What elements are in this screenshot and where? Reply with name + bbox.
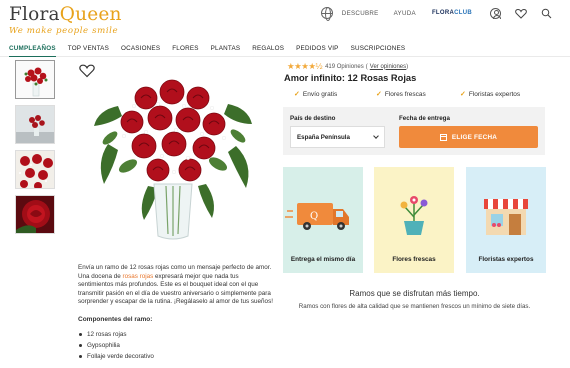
badge-label: Flores frescas: [384, 91, 426, 98]
logo-part-queen: Queen: [59, 4, 122, 25]
globe-icon[interactable]: [320, 7, 333, 21]
view-opinions-link[interactable]: Ver opiniones: [370, 64, 406, 70]
nav-item-cumpleanos[interactable]: CUMPLEAÑOS: [9, 41, 56, 57]
calendar-icon: [439, 133, 447, 141]
nav-item-pedidos-vip[interactable]: PEDIDOS VIP: [296, 41, 338, 57]
heart-icon[interactable]: [515, 8, 527, 19]
floraclub-part-club: CLUB: [454, 10, 472, 16]
badge-expert-florists: ✓ Floristas expertos: [460, 90, 520, 98]
freshness-subline: Ramos con flores de alta calidad que se …: [298, 303, 531, 310]
check-icon: ✓: [460, 91, 466, 98]
components-list: 12 rosas rojas Gypsophilia Follaje verde…: [78, 331, 273, 362]
nav-item-top-ventas[interactable]: TOP VENTAS: [68, 41, 109, 57]
help-link[interactable]: AYUDA: [394, 10, 416, 17]
badge-free-shipping: ✓ Envío gratis: [294, 90, 337, 98]
check-icon: ✓: [376, 91, 382, 98]
description-link-rosas-rojas[interactable]: rosas rojas: [122, 273, 153, 280]
product-rating: ★★★★½ 419 Opiniones (Ver opiniones): [287, 61, 408, 72]
svg-text:Q: Q: [310, 211, 318, 222]
floraclub-link[interactable]: FLORACLUB: [432, 10, 472, 16]
product-description: Envía un ramo de 12 rosas rojas como un …: [78, 264, 273, 364]
header: FloraQueen We make people smile DESCUBRE…: [0, 0, 570, 40]
nav-item-flores[interactable]: FLORES: [172, 41, 198, 57]
description-paragraph: Envía un ramo de 12 rosas rojas como un …: [78, 264, 273, 307]
nav-item-suscripciones[interactable]: SUSCRIPCIONES: [351, 41, 406, 57]
delivery-panel: País de destino Fecha de entrega España …: [283, 107, 545, 155]
opinions-close-paren: ): [406, 63, 409, 70]
flower-pot-icon: [400, 196, 428, 235]
list-item: 12 rosas rojas: [78, 331, 273, 340]
delivery-van-icon: Q: [285, 203, 349, 230]
feature-caption: Entrega el mismo día: [290, 256, 356, 263]
list-item: Follaje verde decorativo: [78, 353, 273, 362]
check-icon: ✓: [294, 91, 300, 98]
choose-date-button[interactable]: ELIGE FECHA: [399, 126, 538, 148]
feature-cards: Q Entrega el mismo día Flores frescas Fl…: [283, 167, 546, 273]
opinions-open-paren: (: [365, 63, 368, 70]
thumbnail-bouquet-vase[interactable]: [15, 60, 55, 99]
top-utility-bar: DESCUBRE AYUDA FLORACLUB: [320, 6, 552, 21]
feature-card-expert-florists: Floristas expertos: [466, 167, 546, 273]
main-nav: CUMPLEAÑOS TOP VENTAS OCASIONES FLORES P…: [0, 41, 570, 57]
destination-select[interactable]: España Península: [290, 126, 385, 148]
floraqueen-logo[interactable]: FloraQueen We make people smile: [9, 4, 122, 38]
freshness-headline: Ramos que se disfrutan más tiempo.: [349, 289, 480, 298]
components-title: Componentes del ramo:: [78, 315, 153, 323]
feature-card-same-day: Q Entrega el mismo día: [283, 167, 363, 273]
nav-item-regalos[interactable]: REGALOS: [252, 41, 284, 57]
choose-date-label: ELIGE FECHA: [451, 133, 498, 141]
chevron-down-icon: [373, 133, 379, 139]
account-icon[interactable]: [490, 7, 501, 19]
list-item: Gypsophilia: [78, 342, 273, 351]
floraclub-part-flora: FLORA: [431, 10, 455, 16]
product-badges: ✓ Envío gratis ✓ Flores frescas ✓ Floristas…: [294, 90, 554, 100]
nav-item-ocasiones[interactable]: OCASIONES: [121, 41, 160, 57]
thumbnail-gallery: [15, 60, 57, 240]
flower-shop-icon: [484, 199, 528, 235]
logo-wordmark: FloraQueen: [9, 4, 122, 25]
thumbnail-bouquet-table[interactable]: [15, 105, 55, 144]
thumbnail-rose-macro[interactable]: [15, 195, 55, 234]
badge-fresh-flowers: ✓ Flores frescas: [376, 90, 426, 98]
feature-caption: Flores frescas: [392, 256, 436, 263]
product-main-image: [94, 79, 252, 240]
thumbnail-roses-closeup[interactable]: [15, 150, 55, 189]
logo-part-flora: Flora: [9, 4, 60, 25]
badge-label: Floristas expertos: [468, 91, 521, 98]
opinions-count: 419 Opiniones: [325, 63, 364, 70]
feature-caption: Floristas expertos: [478, 256, 534, 263]
feature-card-fresh-flowers: Flores frescas: [374, 167, 454, 273]
product-title: Amor infinito: 12 Rosas Rojas: [284, 73, 417, 83]
badge-label: Envío gratis: [302, 91, 338, 98]
nav-item-plantas[interactable]: PLANTAS: [211, 41, 241, 57]
destination-value: España Península: [297, 133, 350, 141]
logo-tagline: We make people smile: [9, 26, 119, 36]
search-icon[interactable]: [541, 8, 552, 19]
rating-stars-icon: ★★★★½: [287, 61, 323, 71]
destination-label: País de destino: [290, 115, 336, 122]
discover-link[interactable]: DESCUBRE: [342, 10, 379, 17]
delivery-date-label: Fecha de entrega: [399, 115, 450, 122]
